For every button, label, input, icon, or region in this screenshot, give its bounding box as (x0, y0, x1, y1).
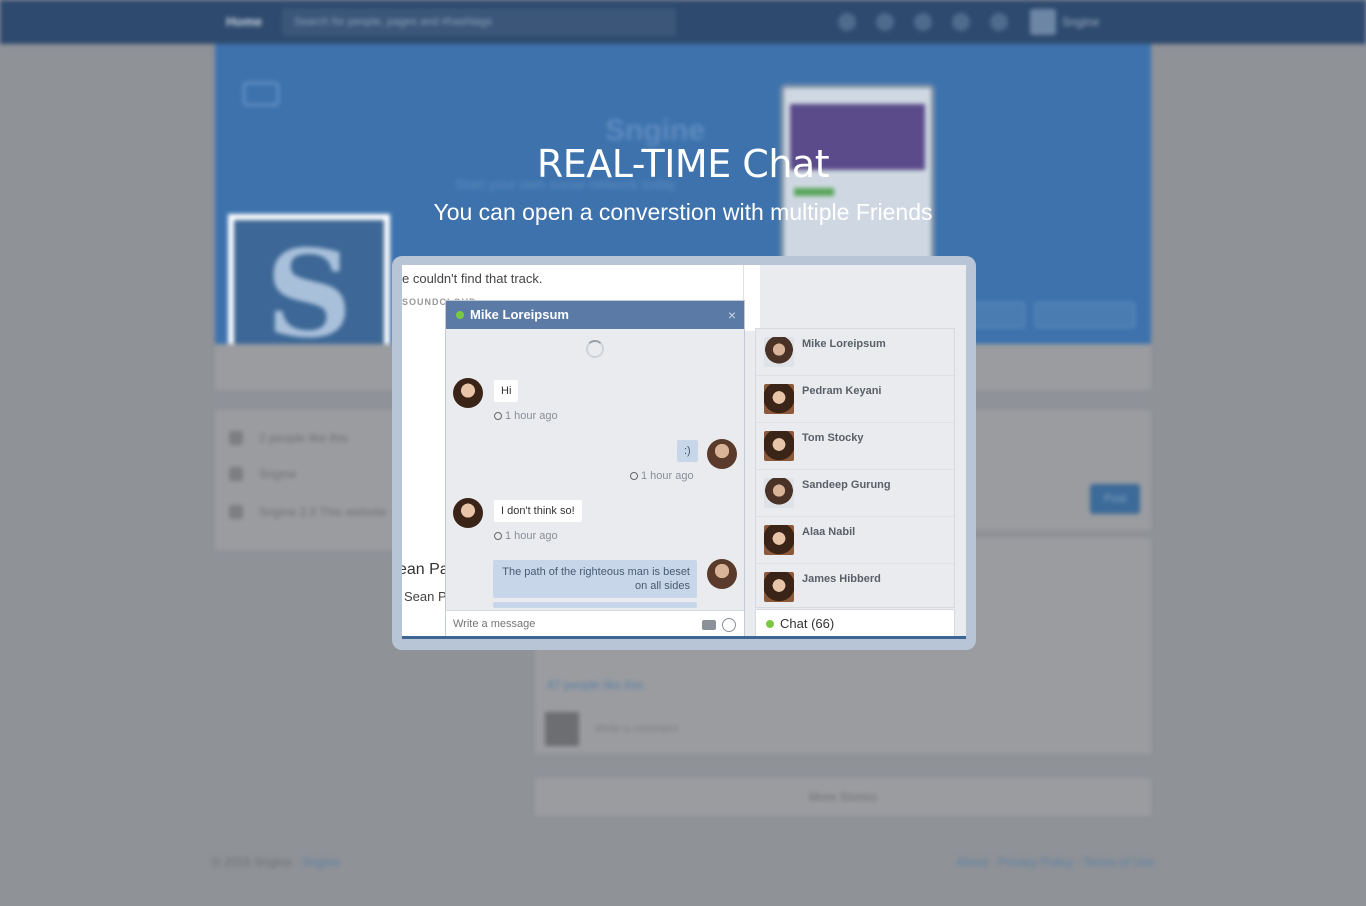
chat-input-bar (446, 610, 744, 638)
chat-toggle-bar[interactable]: Chat (66) (755, 609, 955, 639)
loading-spinner-icon (586, 340, 604, 358)
footer-copyright: © 2015 Sngine · Sngine (212, 855, 340, 869)
feature-title: REAL-TIME Chat (536, 142, 830, 186)
notifications-icon[interactable] (952, 13, 970, 31)
friends-icon[interactable] (876, 13, 894, 31)
phone-status-bar (794, 188, 834, 196)
contact-item[interactable]: Mike Loreipsum (756, 329, 954, 376)
contact-avatar (764, 431, 794, 461)
chat-window-header[interactable]: Mike Loreipsum × (446, 301, 744, 329)
feed-author-name-2[interactable]: Sean P (404, 589, 447, 604)
contact-avatar (764, 478, 794, 508)
contact-avatar (764, 525, 794, 555)
contact-item[interactable]: James Hibberd (756, 564, 954, 611)
more-stories-button[interactable]: More Stories (535, 778, 1151, 816)
contact-name: James Hibberd (802, 573, 881, 585)
frame-bottom-border (402, 636, 966, 639)
comment-input[interactable]: Write a comment (587, 718, 1127, 740)
camera-icon[interactable] (702, 620, 716, 630)
message-bubble: The path of the righteous man is beset o… (493, 560, 697, 598)
brand-link[interactable]: Home (226, 14, 262, 29)
user-name[interactable]: Sngine (1062, 15, 1099, 29)
info-icon (229, 505, 243, 519)
chat-contact-name: Mike Loreipsum (470, 307, 569, 322)
contact-name: Tom Stocky (802, 432, 864, 444)
message-bubble: I don't think so! (494, 500, 582, 522)
messages-icon[interactable] (914, 13, 932, 31)
footer-links[interactable]: About · Privacy Policy · Terms of Use (956, 855, 1154, 869)
message-time: 1 hour ago (494, 410, 558, 422)
online-dot-icon (456, 311, 464, 319)
sender-avatar (453, 378, 483, 408)
sidebar-gap (744, 265, 760, 331)
likes-count[interactable]: 47 people like this (547, 678, 643, 692)
thumb-icon (229, 431, 243, 445)
contact-item[interactable]: Alaa Nabil (756, 517, 954, 564)
own-avatar (707, 439, 737, 469)
own-avatar (707, 559, 737, 589)
message-time: 1 hour ago (630, 470, 694, 482)
camera-icon[interactable] (243, 82, 279, 106)
chat-count-label: Chat (66) (780, 616, 835, 631)
contact-item[interactable]: Pedram Keyani (756, 376, 954, 423)
search-input[interactable]: Search for people, pages and #hashtags (282, 8, 676, 36)
home-icon[interactable] (838, 13, 856, 31)
message-bubble: Hi (494, 380, 519, 402)
feed-track-text: e couldn't find that track. (402, 271, 543, 286)
clock-icon (630, 472, 638, 480)
feed-author-name[interactable]: ean Pa (402, 561, 449, 579)
contact-name: Mike Loreipsum (802, 338, 886, 350)
contact-name: Alaa Nabil (802, 526, 856, 538)
cover-button-2[interactable] (1035, 302, 1135, 328)
settings-icon[interactable] (990, 13, 1008, 31)
contact-avatar (764, 337, 794, 367)
about-name: Sngine (229, 464, 296, 484)
close-icon[interactable]: × (728, 301, 736, 329)
chat-window: Mike Loreipsum × Hi 1 hour ago :) 1 hour… (445, 300, 745, 639)
contact-item[interactable]: Sandeep Gurung (756, 470, 954, 517)
message-input[interactable] (453, 618, 683, 630)
top-navbar: Home Search for people, pages and #hasht… (0, 0, 1366, 44)
user-avatar[interactable] (1030, 9, 1056, 35)
clock-icon (494, 412, 502, 420)
smiley-icon[interactable] (722, 618, 736, 632)
message-bubble: :) (677, 440, 698, 462)
comment-avatar (545, 712, 579, 746)
contact-item[interactable]: Tom Stocky (756, 423, 954, 470)
contact-name: Pedram Keyani (802, 385, 882, 397)
contact-avatar (764, 384, 794, 414)
contact-avatar (764, 572, 794, 602)
sender-avatar (453, 498, 483, 528)
screenshot-content: e couldn't find that track. SOUNDCLOUD e… (402, 265, 966, 639)
message-time: 1 hour ago (494, 530, 558, 542)
online-dot-icon (766, 620, 774, 628)
feature-subtitle: You can open a converstion with multiple… (433, 199, 933, 225)
flag-icon (229, 467, 243, 481)
message-bubble-partial (493, 602, 697, 608)
post-button[interactable]: Post (1090, 484, 1140, 514)
about-likes: 2 people like this (229, 428, 348, 448)
contacts-list: Mike Loreipsum Pedram Keyani Tom Stocky … (755, 328, 955, 608)
clock-icon (494, 532, 502, 540)
contact-name: Sandeep Gurung (802, 479, 891, 491)
